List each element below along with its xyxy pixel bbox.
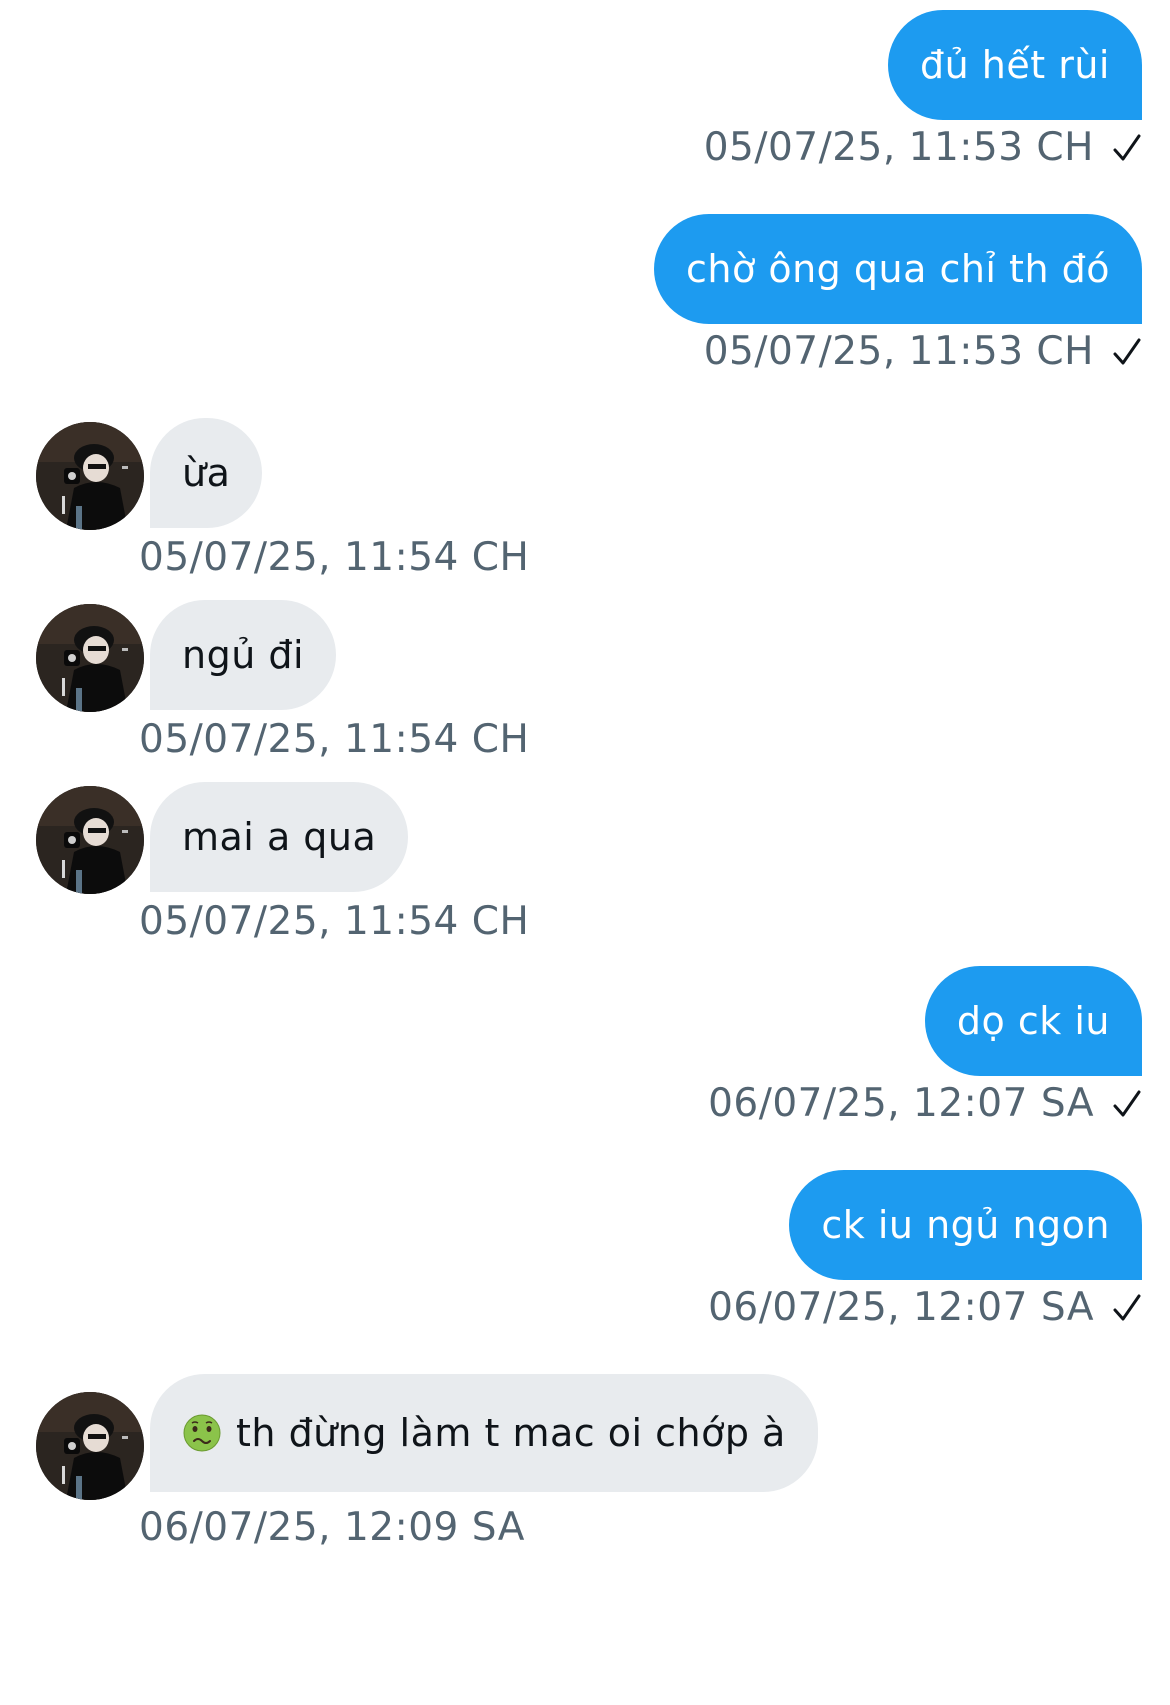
avatar[interactable] [36, 1392, 144, 1500]
message-outgoing: đủ hết rùi 05/07/25, 11:53 CH [0, 10, 1142, 180]
timestamp-text: 06/07/25, 12:09 SA [139, 1505, 525, 1550]
message-text: ck iu ngủ ngon [821, 1203, 1110, 1247]
message-text: đủ hết rùi [920, 43, 1110, 87]
avatar[interactable] [36, 786, 144, 894]
message-timestamp: 06/07/25, 12:09 SA [139, 1508, 525, 1547]
message-timestamp: 05/07/25, 11:53 CH [704, 332, 1142, 371]
message-outgoing: dọ ck iu 06/07/25, 12:07 SA [0, 966, 1142, 1136]
message-outgoing: chờ ông qua chỉ th đó 05/07/25, 11:53 CH [0, 214, 1142, 384]
message-bubble[interactable]: ck iu ngủ ngon [789, 1170, 1142, 1280]
message-text: ngủ đi [182, 633, 305, 677]
conversation-thread: đủ hết rùi 05/07/25, 11:53 CH chờ ông qu… [0, 0, 1170, 1705]
timestamp-text: 05/07/25, 11:53 CH [703, 329, 1094, 374]
avatar-photo [36, 422, 144, 530]
avatar-photo [36, 1392, 144, 1500]
message-incoming: ừa 05/07/25, 11:54 CH [139, 418, 750, 588]
timestamp-text: 06/07/25, 12:07 SA [708, 1081, 1094, 1126]
message-bubble[interactable]: đủ hết rùi [888, 10, 1142, 120]
message-incoming: ngủ đi 05/07/25, 11:54 CH [139, 600, 750, 770]
message-timestamp: 05/07/25, 11:54 CH [139, 720, 529, 759]
check-icon [1113, 1294, 1141, 1320]
avatar[interactable] [36, 604, 144, 712]
avatar-photo [36, 786, 144, 894]
message-text: dọ ck iu [956, 999, 1110, 1043]
message-bubble[interactable]: mai a qua [150, 782, 409, 892]
message-text: ừa [182, 451, 231, 495]
check-icon [1113, 134, 1141, 160]
avatar[interactable] [36, 422, 144, 530]
timestamp-text: 05/07/25, 11:53 CH [703, 125, 1094, 170]
timestamp-text: 05/07/25, 11:54 CH [139, 899, 530, 944]
message-bubble[interactable]: ừa [150, 418, 263, 528]
message-timestamp: 06/07/25, 12:07 SA [708, 1288, 1142, 1327]
check-icon [1113, 338, 1141, 364]
message-incoming: th đừng làm t mac oi chớp à 06/07/25, 12… [139, 1374, 1050, 1564]
avatar-photo [36, 604, 144, 712]
message-bubble[interactable]: dọ ck iu [924, 966, 1142, 1076]
message-outgoing: ck iu ngủ ngon 06/07/25, 12:07 SA [0, 1170, 1142, 1340]
message-text: th đừng làm t mac oi chớp à [236, 1411, 786, 1455]
timestamp-text: 06/07/25, 12:07 SA [708, 1285, 1094, 1330]
message-timestamp: 06/07/25, 12:07 SA [708, 1084, 1142, 1123]
timestamp-text: 05/07/25, 11:54 CH [139, 717, 530, 762]
message-bubble[interactable]: th đừng làm t mac oi chớp à [150, 1374, 818, 1492]
message-timestamp: 05/07/25, 11:53 CH [704, 128, 1142, 167]
message-text: mai a qua [182, 815, 377, 859]
message-timestamp: 05/07/25, 11:54 CH [139, 902, 529, 941]
nauseated-face-icon [183, 1414, 221, 1452]
message-bubble[interactable]: chờ ông qua chỉ th đó [654, 214, 1142, 324]
check-icon [1113, 1090, 1141, 1116]
timestamp-text: 05/07/25, 11:54 CH [139, 535, 530, 580]
message-text: chờ ông qua chỉ th đó [686, 247, 1110, 291]
message-timestamp: 05/07/25, 11:54 CH [139, 538, 529, 577]
message-bubble[interactable]: ngủ đi [150, 600, 337, 710]
message-incoming: mai a qua 05/07/25, 11:54 CH [139, 782, 750, 952]
